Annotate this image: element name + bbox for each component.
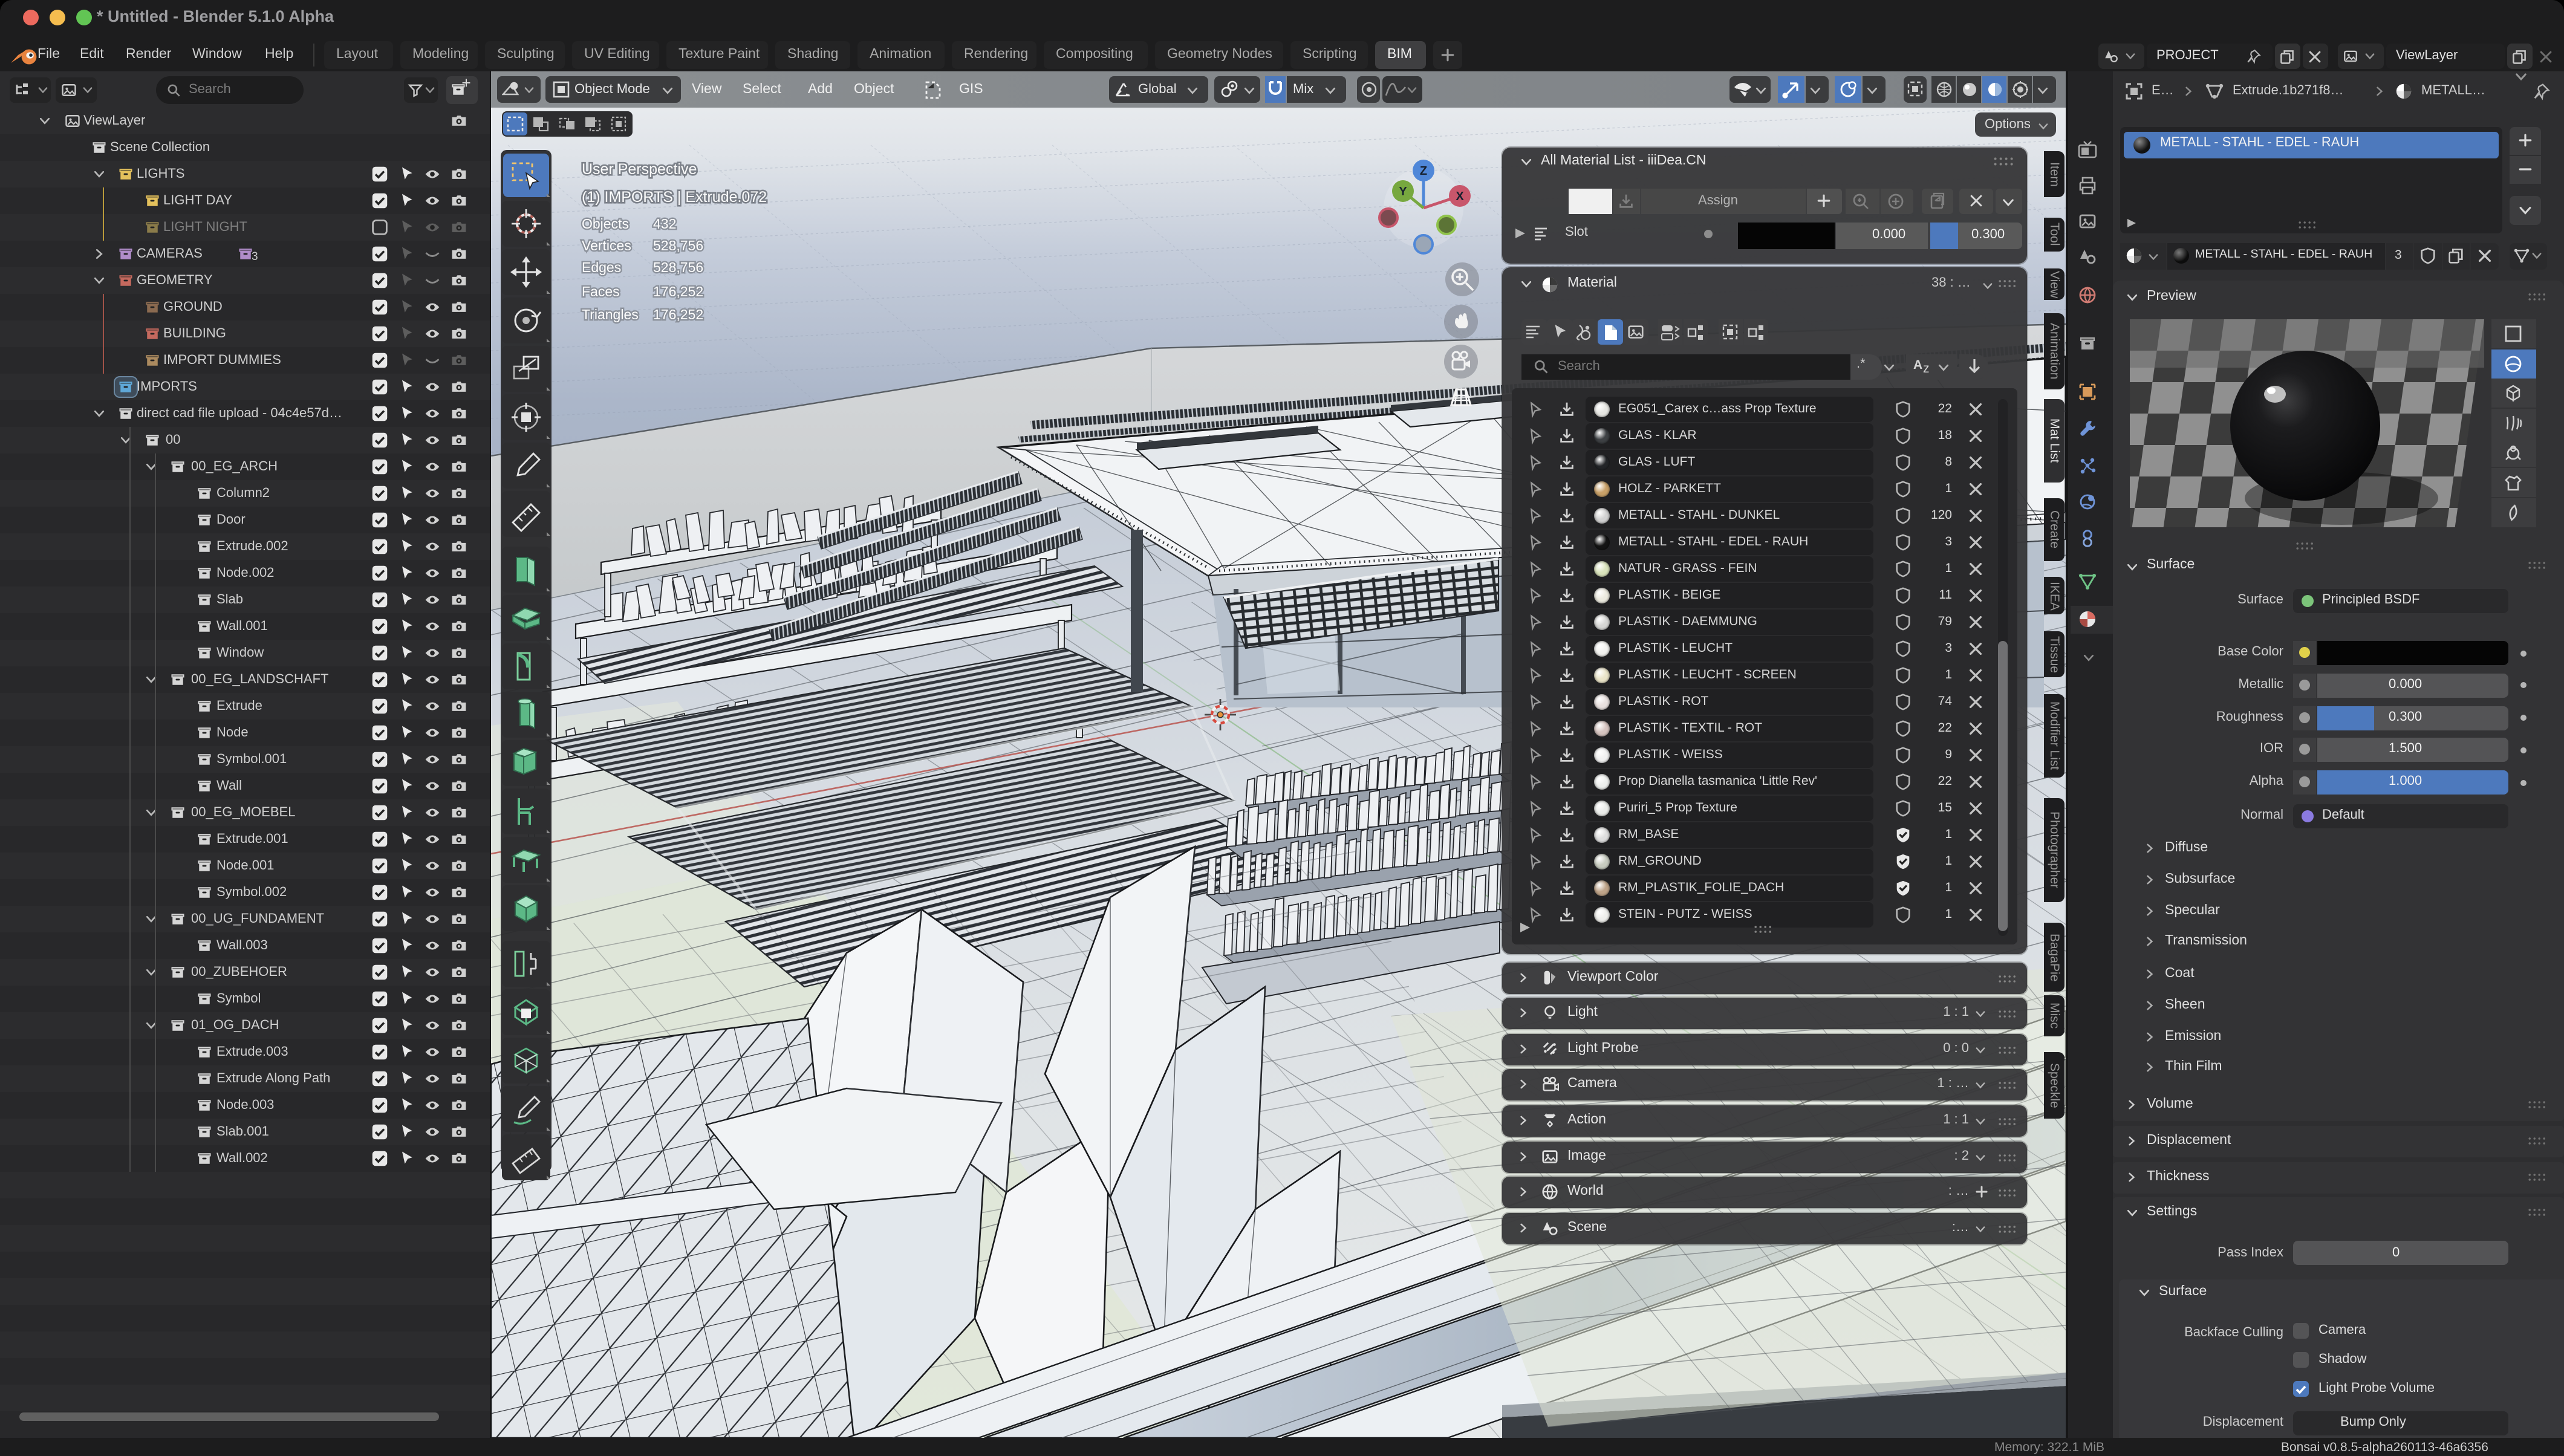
svg-text:176,252: 176,252 [653, 284, 703, 299]
svg-text:176,252: 176,252 [653, 307, 703, 322]
svg-text:Triangles: Triangles [582, 307, 639, 322]
svg-text:432: 432 [653, 216, 676, 232]
svg-text:528,756: 528,756 [653, 238, 703, 253]
svg-text:X: X [1456, 190, 1464, 203]
svg-text:User Perspective: User Perspective [582, 161, 697, 178]
svg-text:Vertices: Vertices [582, 238, 631, 253]
svg-text:Y: Y [1399, 185, 1407, 198]
svg-text:Objects: Objects [582, 216, 629, 232]
svg-text:Faces: Faces [582, 284, 620, 299]
svg-text:Z: Z [1420, 164, 1427, 178]
svg-text:528,756: 528,756 [653, 259, 703, 275]
svg-text:Edges: Edges [582, 259, 621, 275]
svg-text:(1) IMPORTS | Extrude.072: (1) IMPORTS | Extrude.072 [582, 189, 767, 206]
